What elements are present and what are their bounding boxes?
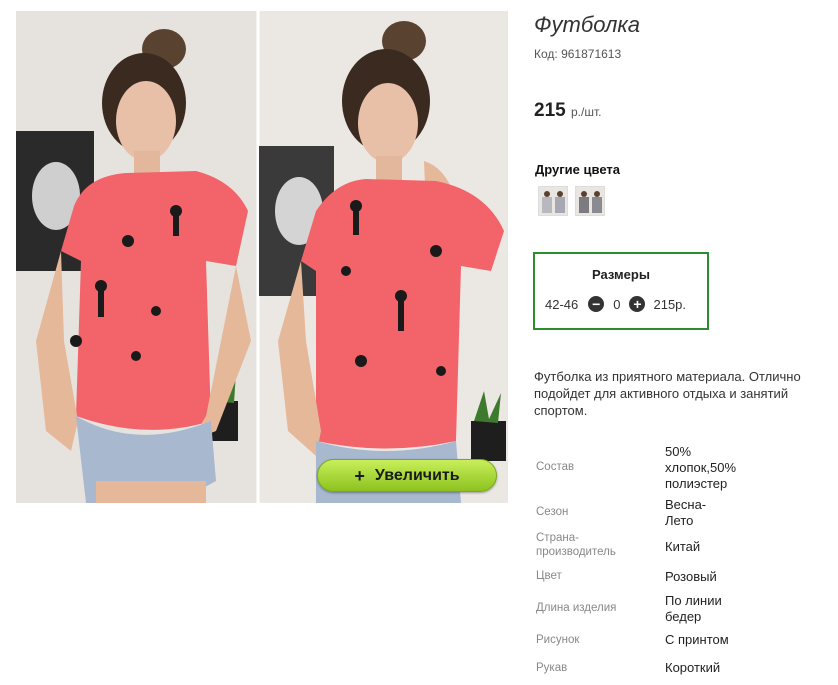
zoom-button[interactable]: + Увеличить bbox=[317, 459, 497, 492]
sizes-title: Размеры bbox=[592, 267, 650, 282]
size-row: 42-46 − 0 + 215р. bbox=[545, 296, 686, 312]
plus-circle-icon[interactable]: + bbox=[629, 296, 646, 312]
spec-key: Рисунок bbox=[536, 634, 580, 646]
product-price: 215 р./шт. bbox=[534, 100, 601, 122]
product-title: Футболка bbox=[534, 12, 640, 37]
price-value: 215 bbox=[534, 100, 566, 121]
spec-key: Длина изделия bbox=[536, 602, 617, 614]
product-photo[interactable] bbox=[16, 11, 508, 503]
plus-icon: + bbox=[354, 465, 365, 486]
minus-icon[interactable]: − bbox=[588, 296, 605, 312]
sizes-panel: Размеры 42-46 − 0 + 215р. bbox=[533, 252, 709, 330]
zoom-button-label: Увеличить bbox=[374, 466, 460, 484]
spec-key: Рукав bbox=[536, 662, 568, 674]
product-description: Футболка из приятного материала. Отлично… bbox=[534, 369, 801, 418]
size-price: 215р. bbox=[653, 296, 687, 312]
product-sku: Код: 961871613 bbox=[534, 47, 622, 61]
swatch-thumbnail-icon bbox=[576, 187, 604, 215]
spec-value: 50% хлопок,50% полиэстер bbox=[665, 444, 737, 491]
quantity-value: 0 bbox=[613, 296, 621, 312]
spec-key: Сезон bbox=[536, 506, 569, 518]
price-unit: р./шт. bbox=[570, 105, 602, 119]
swatch-thumbnail-icon bbox=[539, 187, 567, 215]
spec-value: Китай bbox=[665, 539, 701, 554]
color-swatch-2[interactable] bbox=[575, 186, 605, 216]
color-swatch-1[interactable] bbox=[538, 186, 568, 216]
spec-key: Страна-производитель bbox=[536, 532, 616, 558]
spec-value: Весна-Лето bbox=[665, 497, 707, 528]
product-image bbox=[16, 11, 508, 503]
spec-value: Розовый bbox=[665, 569, 717, 584]
spec-value: Короткий bbox=[665, 660, 721, 675]
spec-key: Цвет bbox=[536, 570, 562, 582]
spec-key: Состав bbox=[536, 461, 575, 473]
other-colors-label: Другие цвета bbox=[535, 162, 620, 177]
spec-value: По линии бедер bbox=[665, 593, 722, 624]
size-label: 42-46 bbox=[545, 296, 579, 312]
spec-value: С принтом bbox=[665, 632, 729, 647]
